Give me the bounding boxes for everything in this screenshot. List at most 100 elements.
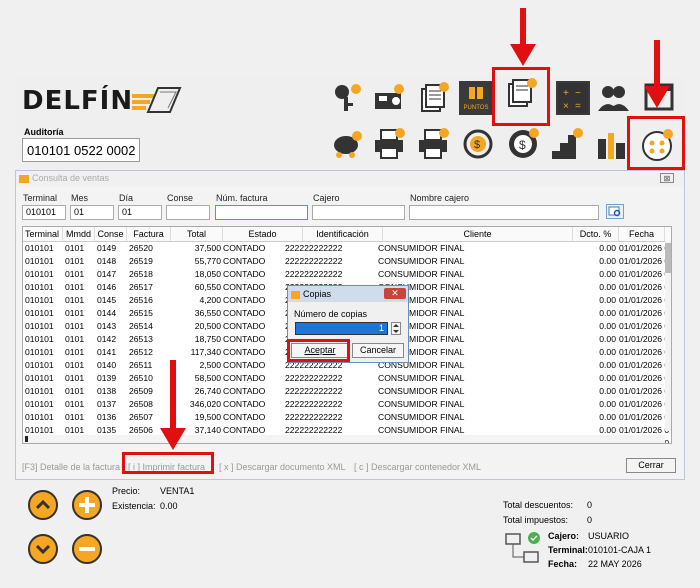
descargar-xml-action[interactable]: [ x ] Descargar documento XML (219, 462, 346, 472)
table-cell: 0101 (65, 360, 85, 370)
table-row[interactable]: 010101 0101 0137 26508 346,020 CONTADO 2222222… (23, 398, 669, 411)
scroll-up-button[interactable] (28, 490, 58, 520)
table-cell: 0139 (97, 373, 117, 383)
table-cell: CONSUMIDOR FINAL (378, 399, 465, 409)
copies-input[interactable]: 1 (295, 322, 388, 335)
table-cell: 222222222222 (285, 373, 343, 383)
table-row[interactable]: 010101 0101 0138 26509 26,740 CONTADO 22222222… (23, 385, 669, 398)
table-cell: 26515 (129, 308, 153, 318)
table-cell: CONTADO (223, 269, 266, 279)
precio-label: Precio: (112, 486, 141, 496)
dia-label: Día (119, 193, 134, 203)
scroll-down-button[interactable] (28, 534, 58, 564)
dia-field[interactable]: 01 (118, 205, 162, 220)
documents-icon[interactable] (416, 81, 450, 115)
grid-header-cell[interactable]: Factura (127, 227, 171, 241)
grid-header-cell[interactable]: Total (171, 227, 223, 241)
table-cell: 0.00 (599, 360, 616, 370)
calculator-icon[interactable]: + − × = (556, 81, 590, 115)
grid-hscroll-thumb[interactable] (25, 436, 28, 442)
puntos-button[interactable]: PUNTOS (459, 81, 493, 115)
grid-header: Terminal Mmdd Conse Factura Total Estado Ident… (23, 227, 671, 242)
arrow-down-icon (160, 360, 186, 450)
table-cell: 0.00 (599, 386, 616, 396)
descargar-contenedor-action[interactable]: [ c ] Descargar contenedor XML (354, 462, 481, 472)
table-cell: 0.00 (599, 399, 616, 409)
highlight-options-button (627, 116, 685, 170)
network-status-icon (504, 530, 542, 566)
cancel-button[interactable]: Cancelar (352, 343, 404, 358)
users-icon[interactable] (596, 81, 630, 115)
piggy-bank-icon[interactable] (330, 127, 364, 161)
search-button[interactable] (606, 204, 624, 219)
invoice-printer-icon[interactable] (416, 127, 450, 161)
mes-field[interactable]: 01 (70, 205, 114, 220)
table-cell: CONTADO (223, 321, 266, 331)
grid-vscrollbar[interactable] (665, 241, 671, 431)
table-row[interactable]: 010101 0101 0139 26510 58,500 CONTADO 22222222… (23, 372, 669, 385)
detalle-factura-action[interactable]: [F3] Detalle de la factura (22, 462, 120, 472)
conse-field[interactable] (166, 205, 210, 220)
table-cell: 222222222222 (285, 256, 343, 266)
svg-text:$: $ (474, 139, 480, 151)
table-cell: 0.00 (599, 373, 616, 383)
cerrar-button[interactable]: Cerrar (626, 458, 676, 473)
chevron-up-icon (28, 490, 58, 520)
table-cell: 18,750 (194, 334, 221, 344)
total-impuestos-label: Total impuestos: (503, 515, 569, 525)
grid-header-cell[interactable]: Conse (95, 227, 127, 241)
minus-icon (72, 534, 102, 564)
svg-text:×: × (563, 101, 569, 112)
table-cell: 01/01/2026 0 (619, 360, 670, 370)
terminal-label: Terminal (23, 193, 58, 203)
table-cell: 0.00 (599, 412, 616, 422)
fecha-info-label: Fecha: (548, 559, 578, 569)
table-row[interactable]: 010101 0101 0148 26519 55,770 CONTADO 22222222… (23, 255, 669, 268)
add-button[interactable] (72, 490, 102, 520)
stairs-chart-icon[interactable] (550, 127, 584, 161)
table-cell: 0140 (97, 360, 117, 370)
copies-stepper[interactable] (391, 322, 401, 335)
window-close-button[interactable]: ⊠ (660, 173, 674, 183)
table-cell: CONTADO (223, 334, 266, 344)
terminal-field[interactable]: 010101 (22, 205, 66, 220)
cajero-field[interactable] (312, 205, 405, 220)
grid-header-cell[interactable]: Fecha (619, 227, 665, 241)
remove-button[interactable] (72, 534, 102, 564)
products-icon[interactable] (594, 127, 628, 161)
customer-key-icon[interactable] (330, 81, 364, 115)
table-row[interactable]: 010101 0101 0149 26520 37,500 CONTADO 22222222… (23, 242, 669, 255)
table-cell: 0141 (97, 347, 117, 357)
stepper-arrows-icon (393, 324, 399, 333)
num-factura-field[interactable] (215, 205, 308, 220)
table-row[interactable]: 010101 0101 0136 26507 19,500 CONTADO 22222222… (23, 411, 669, 424)
table-cell: CONTADO (223, 373, 266, 383)
nombre-cajero-field[interactable] (409, 205, 599, 220)
grid-header-cell[interactable]: Identificación (303, 227, 383, 241)
dialog-close-button[interactable]: ✕ (384, 288, 406, 299)
coin-exchange-icon[interactable]: $ (461, 127, 495, 161)
table-cell: 010101 (25, 243, 54, 253)
existencia-value: 0.00 (160, 501, 178, 511)
table-cell: 0101 (65, 347, 85, 357)
table-cell: 0101 (65, 308, 85, 318)
grid-vscroll-thumb[interactable] (665, 243, 671, 273)
table-cell: 01/01/2026 0 (619, 308, 670, 318)
svg-text:+: + (563, 88, 569, 99)
grid-header-cell[interactable]: Cliente (383, 227, 573, 241)
cash-register-icon[interactable] (372, 81, 406, 115)
grid-header-cell[interactable]: Dcto. % (573, 227, 619, 241)
table-row[interactable]: 010101 0101 0147 26518 18,050 CONTADO 22222222… (23, 268, 669, 281)
grid-hscrollbar[interactable] (23, 435, 665, 443)
coin-gear-icon[interactable]: $ (506, 127, 540, 161)
cancel-label: Cancelar (359, 345, 397, 355)
table-cell: CONTADO (223, 308, 266, 318)
existencia-label: Existencia: (112, 501, 156, 511)
table-cell: 0.00 (599, 282, 616, 292)
grid-header-cell[interactable]: Estado (223, 227, 303, 241)
printer-icon[interactable] (372, 127, 406, 161)
table-cell: 0147 (97, 269, 117, 279)
grid-header-cell[interactable]: Terminal (23, 227, 63, 241)
grid-header-cell[interactable]: Mmdd (63, 227, 95, 241)
table-cell: CONTADO (223, 256, 266, 266)
